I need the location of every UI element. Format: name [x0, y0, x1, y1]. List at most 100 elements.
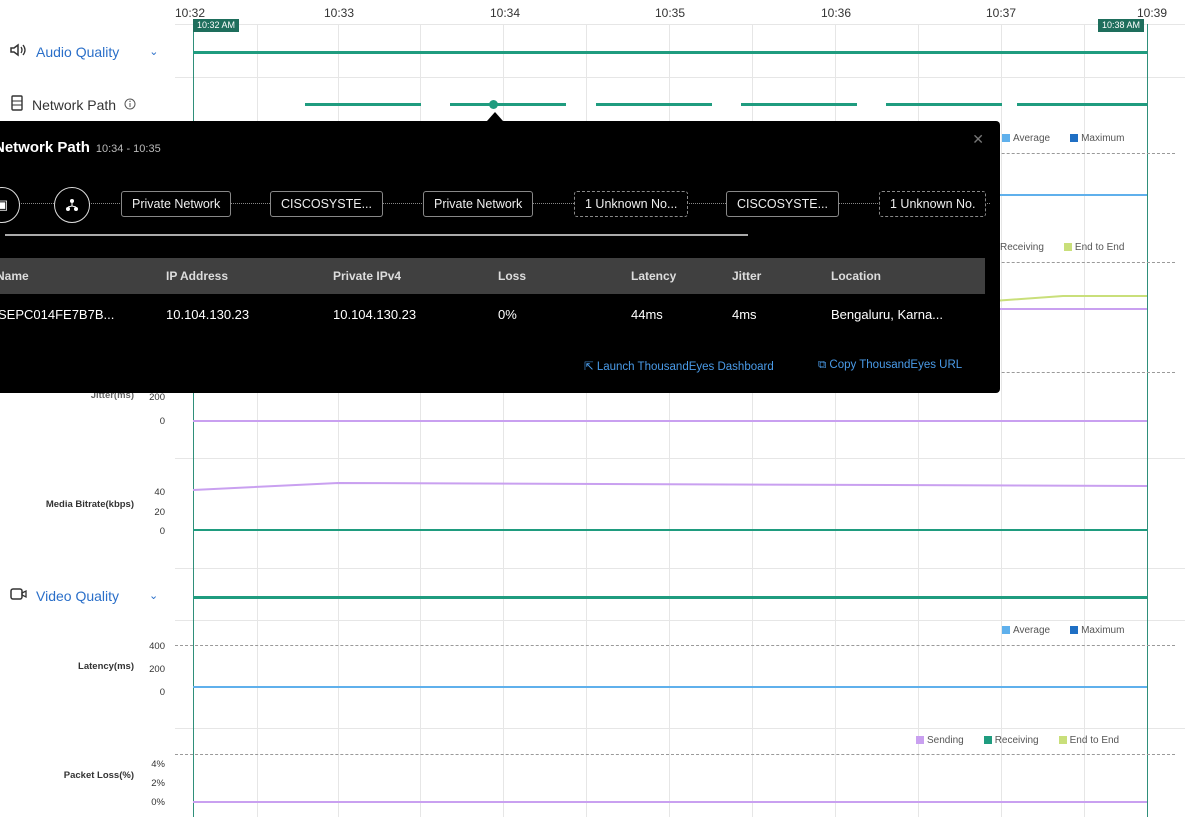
- y-tick: 0: [159, 526, 165, 537]
- y-tick: 0%: [151, 797, 165, 808]
- column-header: IP Address: [166, 269, 229, 283]
- column-header: Jitter: [732, 269, 762, 283]
- video-camera-icon: [10, 587, 28, 604]
- legend-receiving: Receiving: [1000, 242, 1044, 253]
- video-latency-line: [193, 686, 1147, 688]
- time-tick: 10:36: [820, 6, 852, 20]
- y-tick: 40: [154, 487, 165, 498]
- legend-end-to-end: End to End: [1063, 242, 1124, 253]
- video-loss-line: [193, 801, 1147, 803]
- column-header: Name: [0, 269, 29, 283]
- latency-legend: Average Maximum: [1002, 133, 1124, 144]
- video-loss-legend: Sending Receiving End to End: [916, 735, 1119, 746]
- path-node[interactable]: Private Network: [423, 191, 534, 217]
- network-path-segment[interactable]: [450, 103, 566, 106]
- popup-time-range: 10:34 - 10:35: [95, 143, 161, 155]
- loss-legend: Receiving End to End: [1000, 242, 1124, 253]
- legend-sending: Sending: [916, 735, 964, 746]
- legend-maximum: Maximum: [1070, 133, 1124, 144]
- network-node-icon[interactable]: [54, 187, 90, 223]
- video-latency-legend: Average Maximum: [1002, 625, 1124, 636]
- popup-pointer: [487, 112, 503, 121]
- network-path-segment[interactable]: [886, 103, 1002, 106]
- path-node[interactable]: CISCOSYSTE...: [726, 191, 839, 217]
- bitrate-row-label: Media Bitrate(kbps): [45, 499, 134, 510]
- table-cell: Bengaluru, Karna...: [831, 307, 944, 322]
- table-cell: 4ms: [732, 307, 757, 322]
- end-marker-label: 10:38 AM: [1098, 19, 1145, 32]
- network-path-segment[interactable]: [596, 103, 712, 106]
- time-tick: 10:35: [654, 6, 686, 20]
- network-path-label: Network Path: [32, 96, 117, 113]
- packet-loss-row-label: Packet Loss(%): [63, 770, 134, 781]
- close-icon[interactable]: ✕: [972, 131, 984, 148]
- video-quality-header[interactable]: Video Quality ⌄: [10, 587, 158, 604]
- video-quality-label: Video Quality: [36, 587, 120, 604]
- time-tick: 10:34: [489, 6, 521, 20]
- time-tick: 10:32: [174, 6, 206, 20]
- audio-quality-header[interactable]: Audio Quality ⌄: [10, 43, 159, 60]
- column-header: Latency: [631, 269, 677, 283]
- server-icon: [10, 95, 24, 114]
- network-path-segment[interactable]: [305, 103, 421, 106]
- grid-row-line: [175, 568, 1185, 569]
- grid-row-line: [175, 728, 1185, 729]
- end-marker-line[interactable]: [1147, 24, 1148, 817]
- popup-title: Network Path 10:34 - 10:35: [0, 139, 161, 156]
- y-tick: 200: [149, 392, 165, 403]
- time-tick: 10:37: [985, 6, 1017, 20]
- chevron-down-icon[interactable]: ⌄: [149, 589, 158, 602]
- audio-quality-bar: [193, 51, 1147, 54]
- path-node[interactable]: 1 Unknown No...: [574, 191, 689, 217]
- copy-icon: ⧉: [818, 359, 827, 371]
- legend-receiving: Receiving: [983, 735, 1039, 746]
- table-cell: SEPC014FE7B7B...: [0, 307, 115, 322]
- speaker-icon: [10, 43, 28, 60]
- threshold-line: [175, 645, 1175, 646]
- grid-row-line: [175, 620, 1185, 621]
- path-node[interactable]: 1 Unknown No.: [879, 191, 987, 217]
- video-quality-bar: [193, 596, 1147, 599]
- endpoint-device-icon[interactable]: ▣: [0, 187, 20, 223]
- y-tick: 0: [159, 416, 165, 427]
- copy-url-link[interactable]: ⧉ Copy ThousandEyes URL: [818, 359, 962, 372]
- y-tick: 400: [149, 641, 165, 652]
- grid-row-line: [175, 24, 1185, 25]
- selected-point[interactable]: [489, 100, 498, 109]
- y-tick: 20: [154, 507, 165, 518]
- start-marker-label: 10:32 AM: [193, 19, 240, 32]
- info-icon[interactable]: [124, 97, 136, 113]
- network-path-segment[interactable]: [741, 103, 857, 106]
- table-cell: 0%: [498, 307, 517, 322]
- column-header: Loss: [498, 269, 527, 283]
- time-tick: 10:33: [323, 6, 355, 20]
- y-tick: 200: [149, 664, 165, 675]
- grid-row-line: [175, 458, 1185, 459]
- bitrate-chart: [193, 481, 1148, 531]
- horizontal-scrollbar[interactable]: [5, 234, 748, 236]
- network-path-popup: Network Path 10:34 - 10:35 ✕ ▣ Private Ne…: [0, 121, 1000, 393]
- y-tick: 0: [159, 687, 165, 698]
- audio-quality-label: Audio Quality: [36, 43, 120, 60]
- threshold-line: [175, 754, 1175, 755]
- legend-end-to-end: End to End: [1058, 735, 1119, 746]
- latency-row-label: Latency(ms): [78, 661, 134, 672]
- path-node[interactable]: Private Network: [121, 191, 232, 217]
- time-tick: 10:39: [1136, 6, 1168, 20]
- launch-dashboard-link[interactable]: ⇱ Launch ThousandEyes Dashboard: [584, 359, 774, 373]
- jitter-line: [193, 420, 1147, 422]
- path-node[interactable]: CISCOSYSTE...: [270, 191, 383, 217]
- network-path-segment[interactable]: [1017, 103, 1147, 106]
- legend-average: Average: [1002, 625, 1050, 636]
- network-path-header: Network Path: [10, 95, 136, 114]
- chevron-down-icon[interactable]: ⌄: [149, 45, 158, 58]
- y-tick: 2%: [151, 778, 165, 789]
- table-cell: 44ms: [631, 307, 663, 322]
- y-tick: 4%: [151, 759, 165, 770]
- legend-maximum: Maximum: [1070, 625, 1124, 636]
- grid-row-line: [175, 77, 1185, 78]
- external-link-icon: ⇱: [584, 361, 594, 373]
- table-cell: 10.104.130.23: [166, 307, 250, 322]
- legend-average: Average: [1002, 133, 1050, 144]
- table-cell: 10.104.130.23: [333, 307, 417, 322]
